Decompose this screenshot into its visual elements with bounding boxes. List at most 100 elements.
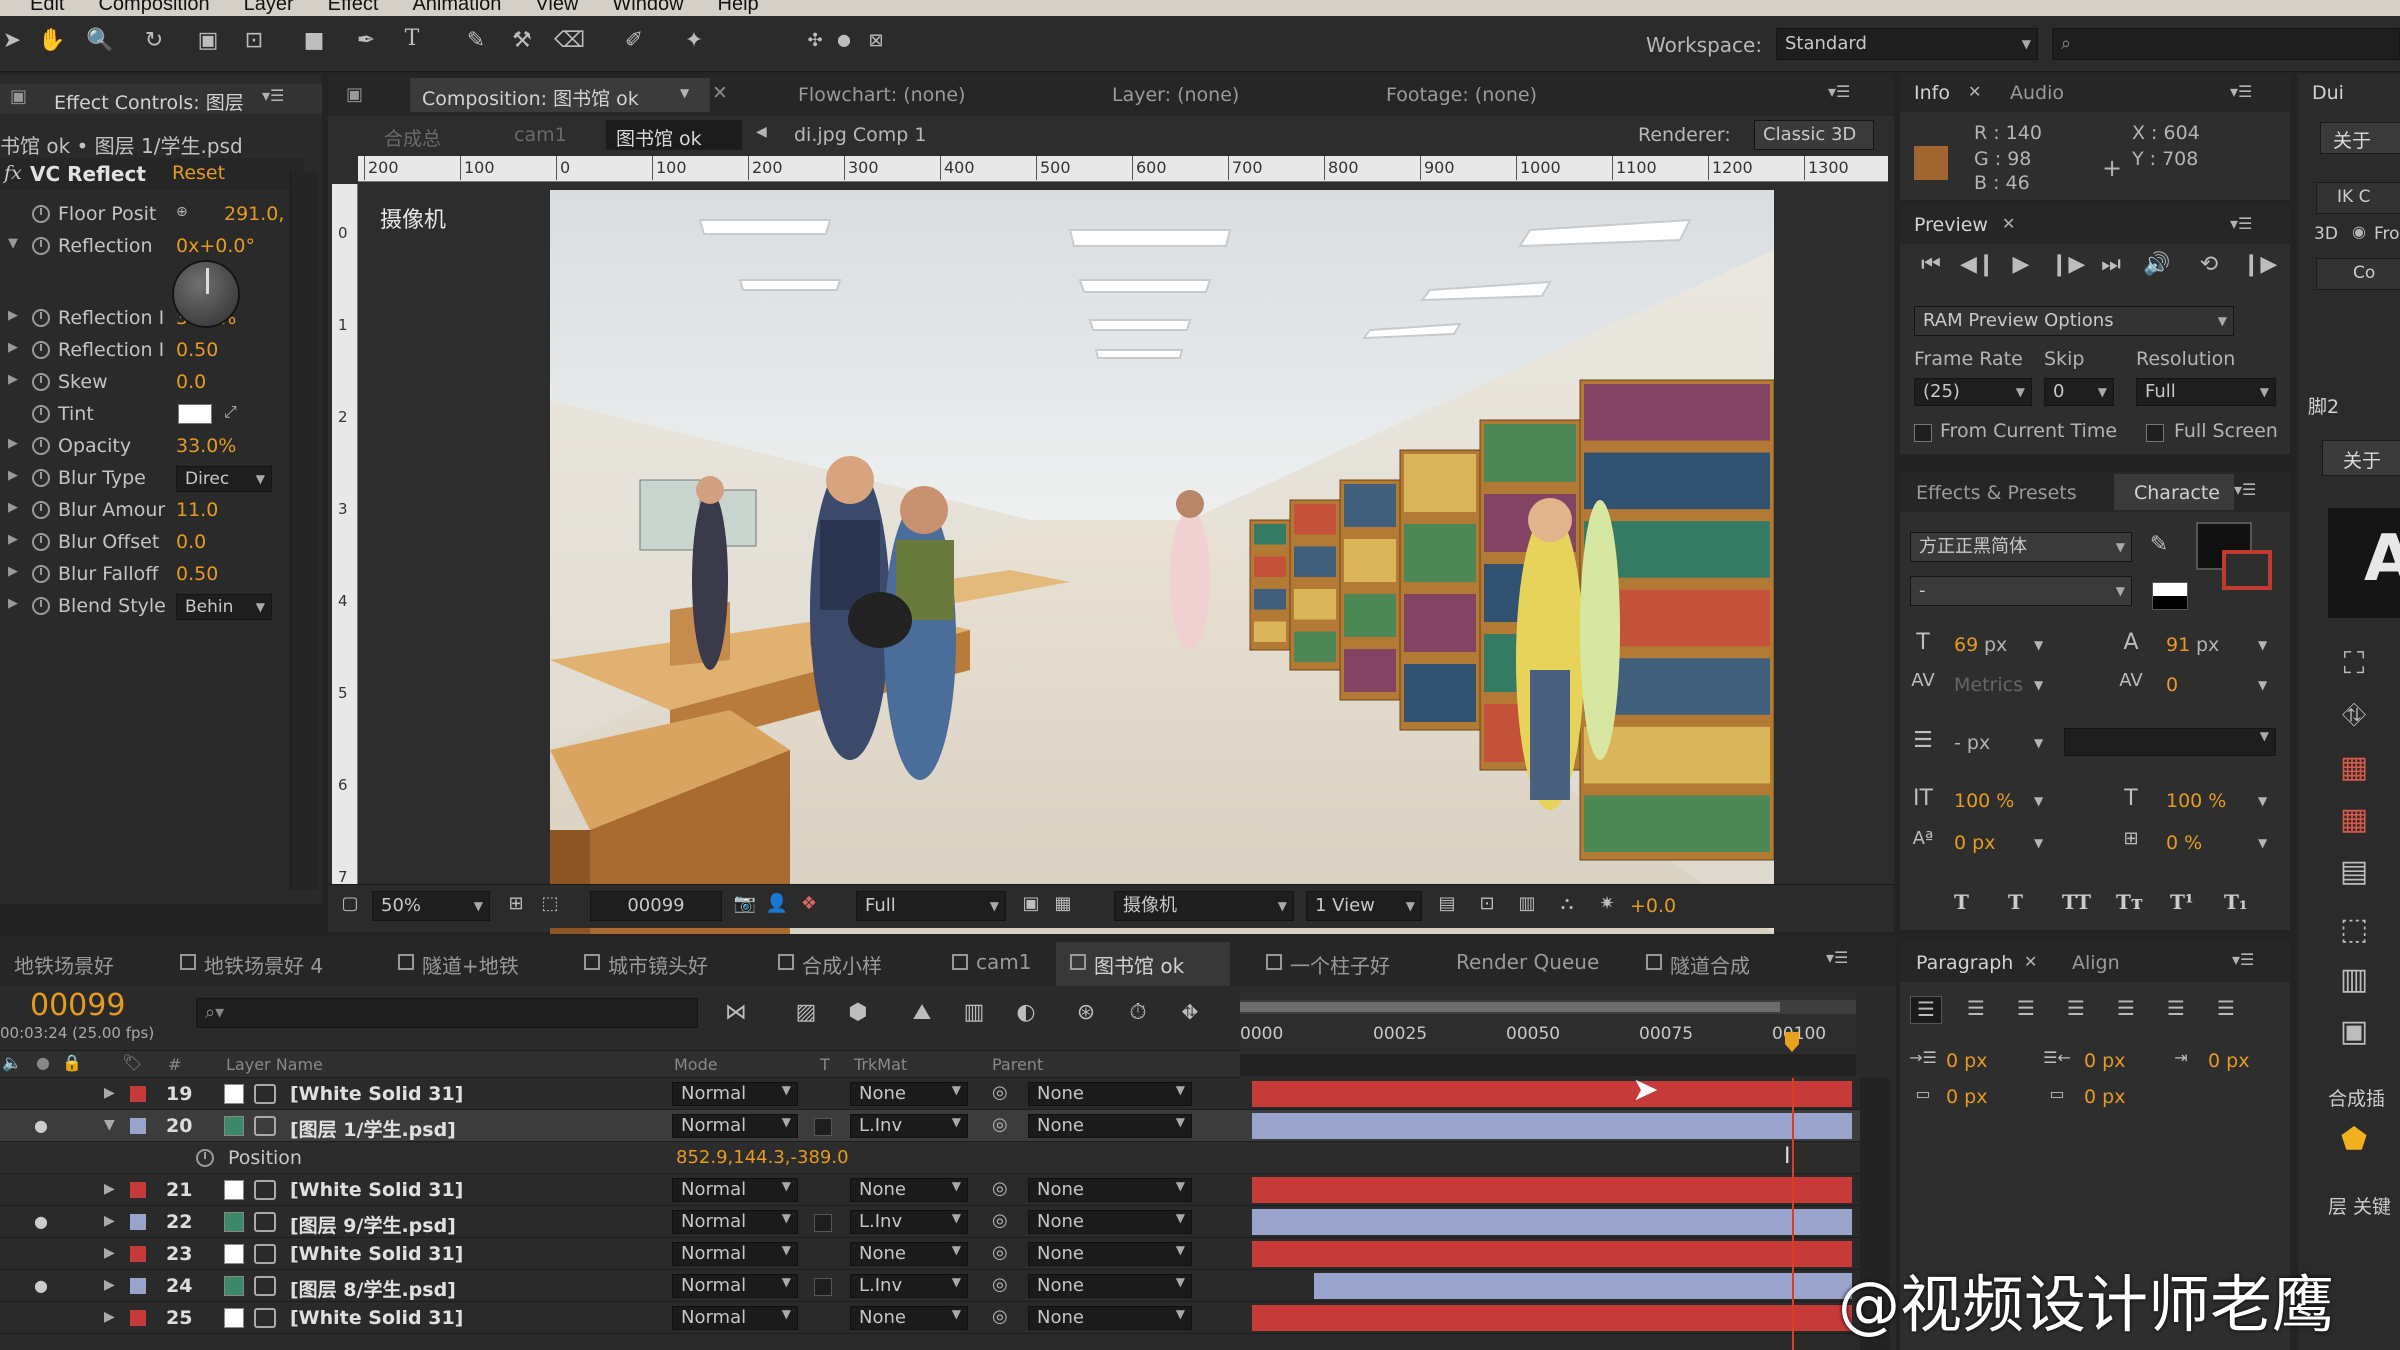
ram-preview-icon[interactable]: ❙▶ <box>2242 252 2277 277</box>
timeline-layer-row[interactable]: ▶ 21 [White Solid 31] Normal None ◎ None <box>0 1174 1860 1206</box>
stroke-width-value[interactable]: - px <box>1954 732 1990 754</box>
timeline-layer-row[interactable]: ● ▶ 22 [图层 9/学生.psd] Normal L.Inv ◎ None <box>0 1206 1860 1238</box>
crosshair-target-icon[interactable]: ⊕ <box>176 204 188 220</box>
timeline-icon[interactable]: ▥ <box>1514 893 1540 914</box>
flowchart-icon[interactable]: ⛬ <box>1554 893 1580 914</box>
viewer-menu-icon[interactable]: ▾☰ <box>1828 82 1850 101</box>
brainstorm-icon[interactable]: ⊛ <box>1068 1000 1104 1025</box>
view-layout-dropdown[interactable]: 1 View <box>1306 891 1422 921</box>
param-value[interactable]: 11.0 <box>176 499 218 521</box>
layer-twirl-icon[interactable]: ▶ <box>104 1181 115 1197</box>
layer-name[interactable]: [White Solid 31] <box>290 1179 463 1201</box>
motion-blur-icon[interactable]: ◐ <box>1008 1000 1044 1025</box>
nav-item-cam1[interactable]: cam1 <box>514 124 567 146</box>
effect-reset-link[interactable]: Reset <box>172 162 225 184</box>
layer-parent-dropdown[interactable]: None <box>1028 1082 1192 1106</box>
nav-item-dijpg[interactable]: di.jpg Comp 1 <box>794 124 926 146</box>
kerning-dropdown-icon[interactable]: ▼ <box>2034 678 2043 692</box>
layer-mode-dropdown[interactable]: Normal <box>672 1210 798 1234</box>
tab-close-icon[interactable]: ✕ <box>712 82 728 104</box>
baseline-shift-dropdown-icon[interactable]: ▼ <box>2034 836 2043 850</box>
layer-name[interactable]: [图层 9/学生.psd] <box>290 1211 456 1238</box>
param-value[interactable]: 33.0% <box>176 435 236 457</box>
layer-trkmat-dropdown[interactable]: None <box>850 1306 968 1330</box>
paragraph-align-icon[interactable]: ☰ <box>1910 996 1942 1024</box>
exposure-value[interactable]: +0.0 <box>1630 895 1676 917</box>
font-style-dropdown[interactable]: - <box>1910 576 2132 606</box>
script-tool-icon-9[interactable]: ⬟ <box>2334 1122 2374 1157</box>
exposure-icon[interactable]: ✷ <box>1594 893 1620 914</box>
tab-info[interactable]: Info <box>1914 82 1950 104</box>
video-visibility-icon[interactable]: ● <box>34 1276 48 1295</box>
puppet-tool-icon[interactable]: ✦ <box>680 28 708 53</box>
position-value[interactable]: 852.9,144.3,-389.0 <box>676 1147 849 1168</box>
audio-icon[interactable]: 🔊 <box>2142 252 2172 277</box>
preview-menu-icon[interactable]: ▾☰ <box>2230 214 2252 233</box>
script-tool-icon-3[interactable]: ▦ <box>2334 750 2374 785</box>
timeline-timecode[interactable]: 00099 <box>30 988 125 1023</box>
menu-item-animation[interactable]: Animation <box>412 0 501 15</box>
tint-color-swatch[interactable] <box>178 404 212 424</box>
show-snapshot-icon[interactable]: 👤 <box>764 893 790 914</box>
paragraph-tab-close-icon[interactable]: ✕ <box>2024 952 2037 971</box>
black-white-swatch[interactable] <box>2152 582 2188 610</box>
font-family-dropdown[interactable]: 方正正黑简体 <box>1910 532 2132 562</box>
tab-align[interactable]: Align <box>2072 952 2120 974</box>
stopwatch-icon[interactable] <box>32 202 50 224</box>
keyframe-icon[interactable]: I <box>1784 1144 1791 1169</box>
skip-dropdown[interactable]: 0 <box>2044 378 2114 406</box>
stopwatch-icon[interactable] <box>32 562 50 584</box>
text-style-button[interactable]: T¹ <box>2170 890 2194 914</box>
layer-name[interactable]: [图层 1/学生.psd] <box>290 1115 456 1142</box>
from-current-time-checkbox[interactable] <box>1914 424 1932 442</box>
layer-trkmat-dropdown[interactable]: None <box>850 1082 968 1106</box>
zoom-tool-icon[interactable]: 🔍 <box>86 28 114 53</box>
view-axis-icon[interactable]: ⊠ <box>866 30 886 51</box>
camera-view-dropdown[interactable]: 摄像机 <box>1114 891 1294 921</box>
radio-front[interactable]: ◉ <box>2352 222 2366 241</box>
tab-paragraph[interactable]: Paragraph <box>1916 952 2013 974</box>
stopwatch-icon[interactable] <box>32 466 50 488</box>
layer-mode-dropdown[interactable]: Normal <box>672 1178 798 1202</box>
layer-name[interactable]: [White Solid 31] <box>290 1243 463 1265</box>
timeline-tab[interactable]: 城市镜头好 <box>608 950 708 979</box>
camera-tool-icon[interactable]: ▣ <box>194 28 222 53</box>
eraser-tool-icon[interactable]: ⌫ <box>554 28 585 53</box>
horizontal-scale-dropdown-icon[interactable]: ▼ <box>2258 794 2267 808</box>
fast-previews-icon[interactable]: ▣ <box>1018 893 1044 914</box>
stopwatch-icon[interactable] <box>32 370 50 392</box>
composition-image[interactable] <box>550 190 1774 934</box>
pick-whip-icon[interactable]: ◎ <box>992 1306 1008 1327</box>
stroke-width-dropdown-icon[interactable]: ▼ <box>2034 736 2043 750</box>
menu-item-view[interactable]: View <box>535 0 578 15</box>
vertical-scale-dropdown-icon[interactable]: ▼ <box>2034 794 2043 808</box>
param-twirl-icon[interactable]: ▶ <box>8 532 18 547</box>
nav-item-current[interactable]: 图书馆 ok <box>616 124 702 151</box>
stopwatch-icon[interactable] <box>32 594 50 616</box>
timeline-layer-row[interactable]: ▶ 25 [White Solid 31] Normal None ◎ None <box>0 1302 1860 1334</box>
layer-name[interactable]: [White Solid 31] <box>290 1307 463 1329</box>
preserve-transparency-box[interactable] <box>814 1278 832 1296</box>
menu-item-effect[interactable]: Effect <box>328 0 379 15</box>
param-value[interactable]: 291.0, <box>224 203 284 225</box>
tab-layer[interactable]: Layer: (none) <box>1112 84 1239 106</box>
timeline-layer-row[interactable]: ▶ 23 [White Solid 31] Normal None ◎ None <box>0 1238 1860 1270</box>
stroke-order-dropdown[interactable] <box>2064 728 2276 756</box>
layer-duration-bar[interactable] <box>1252 1209 1852 1235</box>
pick-whip-icon[interactable]: ◎ <box>992 1242 1008 1263</box>
layer-parent-dropdown[interactable]: None <box>1028 1274 1192 1298</box>
workspace-dropdown[interactable]: Standard <box>1776 28 2038 60</box>
layer-trkmat-dropdown[interactable]: L.Inv <box>850 1274 968 1298</box>
layer-duration-bar[interactable] <box>1252 1305 1852 1331</box>
timeline-tab[interactable]: 图书馆 ok <box>1094 950 1184 979</box>
stopwatch-icon[interactable] <box>32 498 50 520</box>
paragraph-align-icon[interactable]: ☰ <box>2010 996 2042 1024</box>
pick-whip-icon[interactable]: ◎ <box>992 1178 1008 1199</box>
script-tool-icon-6[interactable]: ⬚ <box>2334 912 2374 947</box>
param-twirl-icon[interactable]: ▶ <box>8 596 18 611</box>
space-before-value[interactable]: 0 px <box>1946 1086 1987 1108</box>
hand-tool-icon[interactable]: ✋ <box>38 28 66 53</box>
layer-twirl-icon[interactable]: ▼ <box>104 1117 115 1133</box>
timeline-tab[interactable]: 隧道合成 <box>1670 950 1750 979</box>
layer-trkmat-dropdown[interactable]: L.Inv <box>850 1114 968 1138</box>
